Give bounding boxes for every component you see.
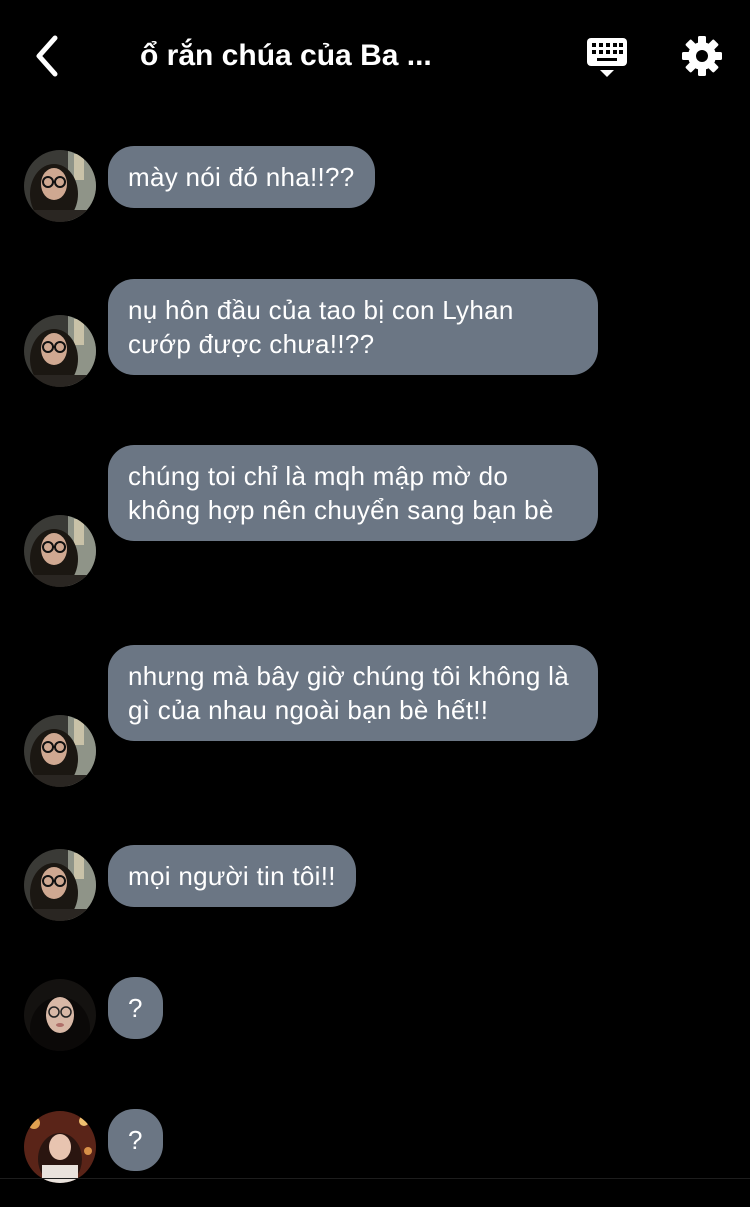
settings-button[interactable] — [678, 32, 726, 80]
avatar[interactable] — [24, 515, 96, 587]
avatar[interactable] — [24, 150, 96, 222]
chevron-left-icon — [36, 35, 58, 77]
message-row: mọi người tin tôi!! — [0, 845, 750, 921]
message-bubble[interactable]: mày nói đó nha!!?? — [108, 146, 375, 208]
user-photo-glasses — [24, 315, 96, 387]
keyboard-icon — [587, 38, 627, 77]
message-row: ? — [0, 1109, 750, 1183]
back-button[interactable] — [22, 30, 70, 82]
message-row: ? — [0, 977, 750, 1053]
message-row: mày nói đó nha!!?? — [0, 146, 750, 222]
avatar[interactable] — [24, 315, 96, 387]
message-bubble[interactable]: mọi người tin tôi!! — [108, 845, 356, 907]
user-photo-glasses — [24, 715, 96, 787]
user-photo-glasses — [24, 849, 96, 921]
avatar[interactable] — [24, 715, 96, 787]
user-photo-warm — [24, 1111, 96, 1183]
message-bubble[interactable]: nhưng mà bây giờ chúng tôi không là gì c… — [108, 645, 598, 741]
avatar[interactable] — [24, 849, 96, 921]
avatar[interactable] — [24, 979, 96, 1051]
message-bubble[interactable]: chúng toi chỉ là mqh mập mờ do không hợp… — [108, 445, 598, 541]
bottom-divider — [0, 1178, 750, 1179]
avatar[interactable] — [24, 1111, 96, 1183]
chat-header: ổ rắn chúa của Ba ... — [0, 0, 750, 112]
message-bubble[interactable]: nụ hôn đầu của tao bị con Lyhan cướp đượ… — [108, 279, 598, 375]
message-bubble[interactable]: ? — [108, 977, 163, 1039]
message-bubble[interactable]: ? — [108, 1109, 163, 1171]
user-photo-dark-hair — [24, 979, 96, 1051]
user-photo-glasses — [24, 515, 96, 587]
user-photo-glasses — [24, 150, 96, 222]
gear-icon — [682, 36, 722, 76]
keyboard-button[interactable] — [580, 32, 634, 82]
message-row: nụ hôn đầu của tao bị con Lyhan cướp đượ… — [0, 279, 750, 387]
message-row: nhưng mà bây giờ chúng tôi không là gì c… — [0, 645, 750, 787]
chat-title: ổ rắn chúa của Ba ... — [140, 39, 432, 72]
message-row: chúng toi chỉ là mqh mập mờ do không hợp… — [0, 445, 750, 587]
